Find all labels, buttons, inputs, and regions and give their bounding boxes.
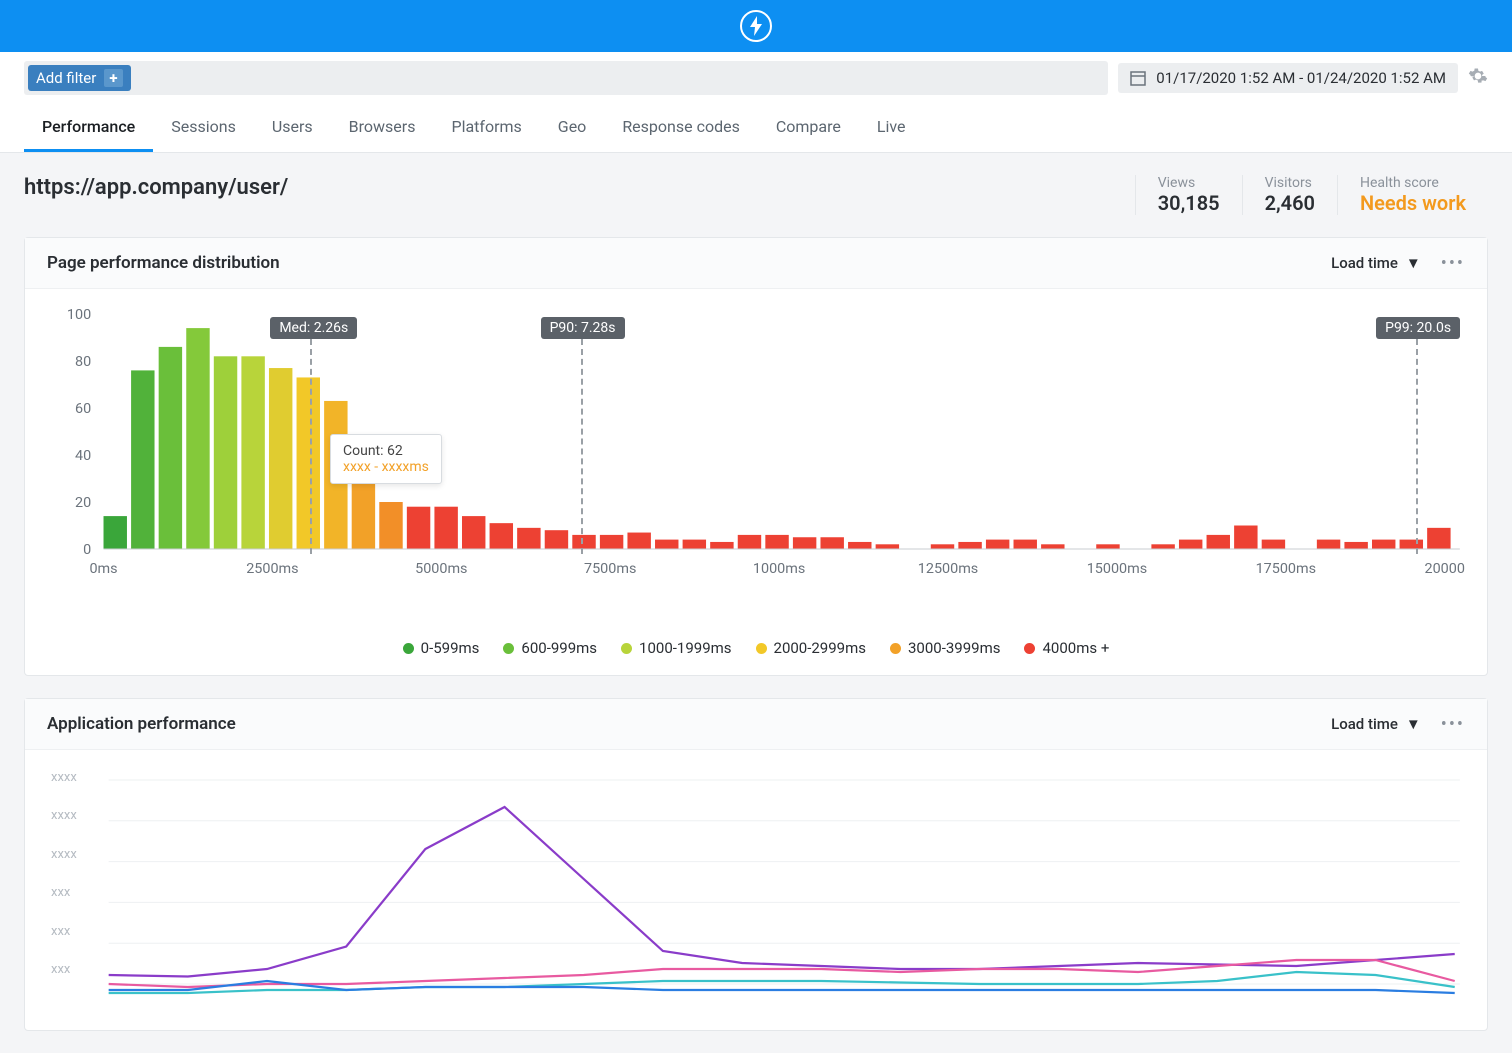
card-title: Application performance [47,714,1325,734]
svg-text:80: 80 [75,354,91,370]
page-url: https://app.company/user/ [24,175,1135,200]
card-header: Page performance distribution Load time … [25,238,1487,289]
tab-users[interactable]: Users [254,103,331,152]
tab-compare[interactable]: Compare [758,103,859,152]
stat-views: Views 30,185 [1135,175,1242,215]
tab-performance[interactable]: Performance [24,103,153,152]
legend-item: 4000ms + [1024,639,1109,657]
svg-text:0: 0 [83,542,91,558]
svg-text:40: 40 [75,448,91,464]
tab-live[interactable]: Live [859,103,924,152]
chevron-down-icon: ▼ [1406,715,1421,733]
date-range-picker[interactable]: 01/17/2020 1:52 AM - 01/24/2020 1:52 AM [1118,63,1458,93]
y-axis-label: xxxx [51,808,77,823]
svg-text:0ms: 0ms [89,561,117,577]
legend-item: 0-599ms [403,639,480,657]
p99-marker: P99: 20.0s [1376,317,1460,339]
svg-text:15000ms: 15000ms [1087,561,1147,577]
y-axis-label: xxx [51,962,70,977]
metric-selector[interactable]: Load time ▼ [1325,252,1427,274]
add-filter-button[interactable]: Add filter + [28,65,131,91]
median-marker: Med: 2.26s [270,317,357,339]
distribution-legend: 0-599ms 600-999ms 1000-1999ms 2000-2999ms 30… [25,629,1487,675]
app-logo-icon [740,10,772,42]
stat-health: Health score Needs work [1337,175,1488,215]
app-performance-card: Application performance Load time ▼ ••• … [24,698,1488,1031]
tab-browsers[interactable]: Browsers [331,103,434,152]
date-range-text: 01/17/2020 1:52 AM - 01/24/2020 1:52 AM [1156,69,1446,87]
plus-icon: + [104,69,122,87]
legend-item: 2000-2999ms [756,639,866,657]
distribution-chart: 0204060801000ms2500ms5000ms7500ms1000ms1… [25,289,1487,629]
add-filter-label: Add filter [36,69,96,87]
svg-text:1000ms: 1000ms [753,561,805,577]
filter-row: Add filter + 01/17/2020 1:52 AM - 01/24/… [0,52,1512,103]
svg-text:5000ms: 5000ms [415,561,467,577]
svg-text:20: 20 [75,495,91,511]
y-axis-label: xxxx [51,770,77,785]
tab-response-codes[interactable]: Response codes [604,103,758,152]
content-area: https://app.company/user/ Views 30,185 V… [0,153,1512,1053]
legend-item: 1000-1999ms [621,639,731,657]
svg-text:12500ms: 12500ms [918,561,978,577]
app-performance-chart: xxxxxxxxxxxxxxxxxxxxx [25,750,1487,1030]
card-title: Page performance distribution [47,253,1325,273]
tab-bar: PerformanceSessionsUsersBrowsersPlatform… [0,103,1512,153]
y-axis-label: xxx [51,885,70,900]
svg-text:20000ms: 20000ms [1425,561,1465,577]
tab-geo[interactable]: Geo [540,103,605,152]
stat-visitors: Visitors 2,460 [1242,175,1337,215]
svg-text:100: 100 [67,309,91,323]
chevron-down-icon: ▼ [1406,254,1421,272]
card-header: Application performance Load time ▼ ••• [25,699,1487,750]
svg-text:7500ms: 7500ms [584,561,636,577]
more-menu-icon[interactable]: ••• [1441,714,1465,735]
y-axis-label: xxx [51,924,70,939]
p90-marker: P90: 7.28s [541,317,625,339]
stats-block: Views 30,185 Visitors 2,460 Health score… [1135,175,1488,215]
bar-tooltip: Count: 62 xxxx - xxxxms [330,434,442,484]
legend-item: 600-999ms [503,639,597,657]
tab-platforms[interactable]: Platforms [433,103,539,152]
distribution-card: Page performance distribution Load time … [24,237,1488,676]
legend-item: 3000-3999ms [890,639,1000,657]
svg-text:60: 60 [75,401,91,417]
filter-bar[interactable]: Add filter + [24,61,1108,95]
svg-text:2500ms: 2500ms [246,561,298,577]
calendar-icon [1130,70,1146,86]
more-menu-icon[interactable]: ••• [1441,253,1465,274]
top-bar [0,0,1512,52]
page-header: https://app.company/user/ Views 30,185 V… [24,175,1488,215]
settings-gear-icon[interactable] [1468,66,1488,90]
metric-selector[interactable]: Load time ▼ [1325,713,1427,735]
tab-sessions[interactable]: Sessions [153,103,254,152]
svg-text:17500ms: 17500ms [1256,561,1316,577]
y-axis-label: xxxx [51,847,77,862]
